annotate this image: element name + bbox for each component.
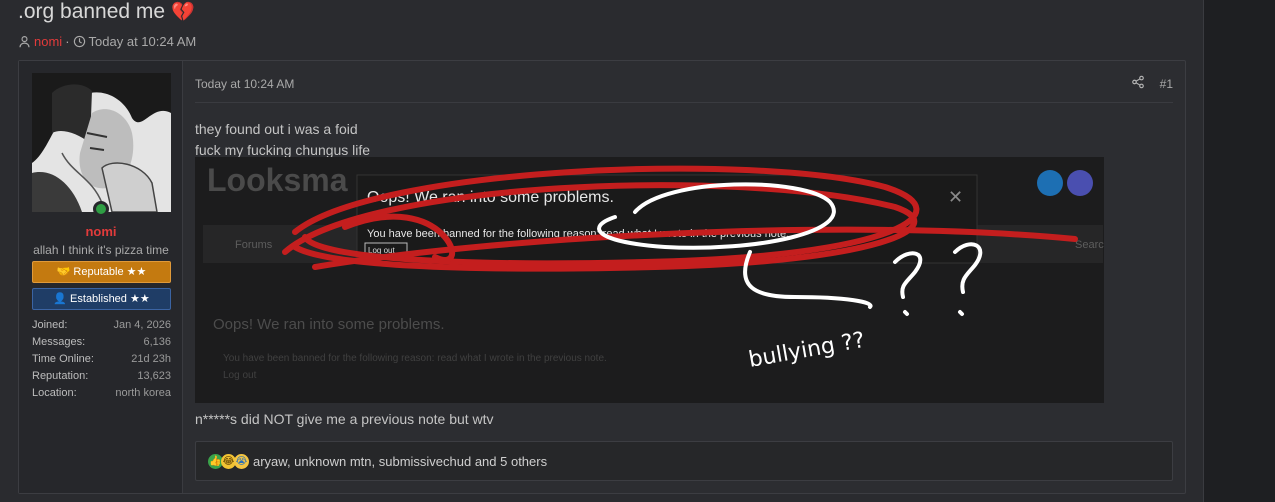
stat-row: Location: north korea	[32, 385, 171, 402]
right-sidebar-gutter	[1203, 0, 1275, 502]
reaction-icons: 👍 😂 😭	[208, 453, 249, 469]
post-body: they found out i was a foid fuck my fuck…	[195, 119, 370, 161]
post-number-link[interactable]: #1	[1160, 77, 1173, 91]
post-container: nomi allah I think it's pizza time 🤝 Rep…	[18, 60, 1186, 494]
stat-label: Location:	[32, 387, 77, 399]
stat-row: Time Online: 21d 23h	[32, 351, 171, 368]
stat-row: Joined: Jan 4, 2026	[32, 317, 171, 334]
stat-label: Messages:	[32, 336, 86, 348]
post-content: Today at 10:24 AM #1 they found out i wa…	[184, 61, 1185, 493]
stat-label: Joined:	[32, 319, 68, 331]
screenshot-bg-message: You have been banned for the following r…	[223, 353, 607, 364]
post-after-text: n*****s did NOT give me a previous note …	[195, 411, 494, 427]
cry-reaction-icon: 😭	[234, 453, 249, 469]
avatar-image	[32, 73, 171, 212]
reactions-bar[interactable]: 👍 😂 😭 aryaw, unknown mtn, submissivechud…	[195, 441, 1173, 481]
online-status-indicator	[93, 201, 109, 217]
user-icon	[19, 36, 30, 48]
thread-timestamp[interactable]: Today at 10:24 AM	[89, 34, 197, 49]
screenshot-bg-heading: Oops! We ran into some problems.	[213, 316, 445, 333]
thread-title: .org banned me 💔	[18, 0, 195, 24]
screenshot-image: Looksma Forums Search Oops! We ran into …	[195, 157, 1104, 403]
post-header: Today at 10:24 AM #1	[195, 75, 1173, 103]
post-line: they found out i was a foid	[195, 121, 358, 137]
stat-label: Time Online:	[32, 353, 94, 365]
meta-separator: ·	[65, 34, 70, 49]
screenshot-close-icon: ✕	[948, 187, 963, 207]
broken-heart-icon: 💔	[171, 2, 195, 23]
stat-row: Reputation: 13,623	[32, 368, 171, 385]
stat-value: 6,136	[143, 336, 171, 348]
reactions-text[interactable]: aryaw, unknown mtn, submissivechud and 5…	[253, 454, 547, 469]
stat-label: Reputation:	[32, 370, 89, 382]
attached-screenshot[interactable]: Looksma Forums Search Oops! We ran into …	[195, 157, 1104, 403]
thread-author-link[interactable]: nomi	[34, 34, 62, 49]
user-title: allah I think it's pizza time	[33, 243, 169, 257]
stat-row: Messages: 6,136	[32, 334, 171, 351]
screenshot-nav-item: Forums	[235, 239, 273, 251]
badge-established: 👤 Established ★★	[32, 288, 171, 310]
screenshot-search: Search	[1075, 239, 1104, 251]
user-stats: Joined: Jan 4, 2026 Messages: 6,136 Time O…	[32, 317, 171, 402]
share-icon[interactable]	[1131, 75, 1145, 89]
badge-reputable-label: Reputable ★★	[73, 266, 147, 278]
handshake-icon: 🤝	[56, 266, 71, 278]
post-username[interactable]: nomi	[19, 224, 183, 239]
badge-reputable: 🤝 Reputable ★★	[32, 261, 171, 283]
post-date[interactable]: Today at 10:24 AM	[195, 77, 294, 91]
clock-icon	[73, 35, 85, 48]
stat-value: north korea	[115, 387, 171, 399]
thread-title-text: .org banned me	[18, 0, 166, 23]
user-badge-icon: 👤	[53, 293, 67, 305]
stat-value: 21d 23h	[131, 353, 171, 365]
stat-value: 13,623	[137, 370, 171, 382]
avatar[interactable]	[32, 73, 171, 212]
badge-established-label: Established ★★	[70, 293, 150, 305]
thread-meta: nomi · Today at 10:24 AM	[18, 34, 196, 49]
stat-value: Jan 4, 2026	[113, 319, 172, 331]
screenshot-bg-logout: Log out	[223, 370, 257, 381]
screenshot-logo: Looksma	[207, 162, 348, 198]
user-info-column: nomi allah I think it's pizza time 🤝 Rep…	[19, 61, 183, 493]
